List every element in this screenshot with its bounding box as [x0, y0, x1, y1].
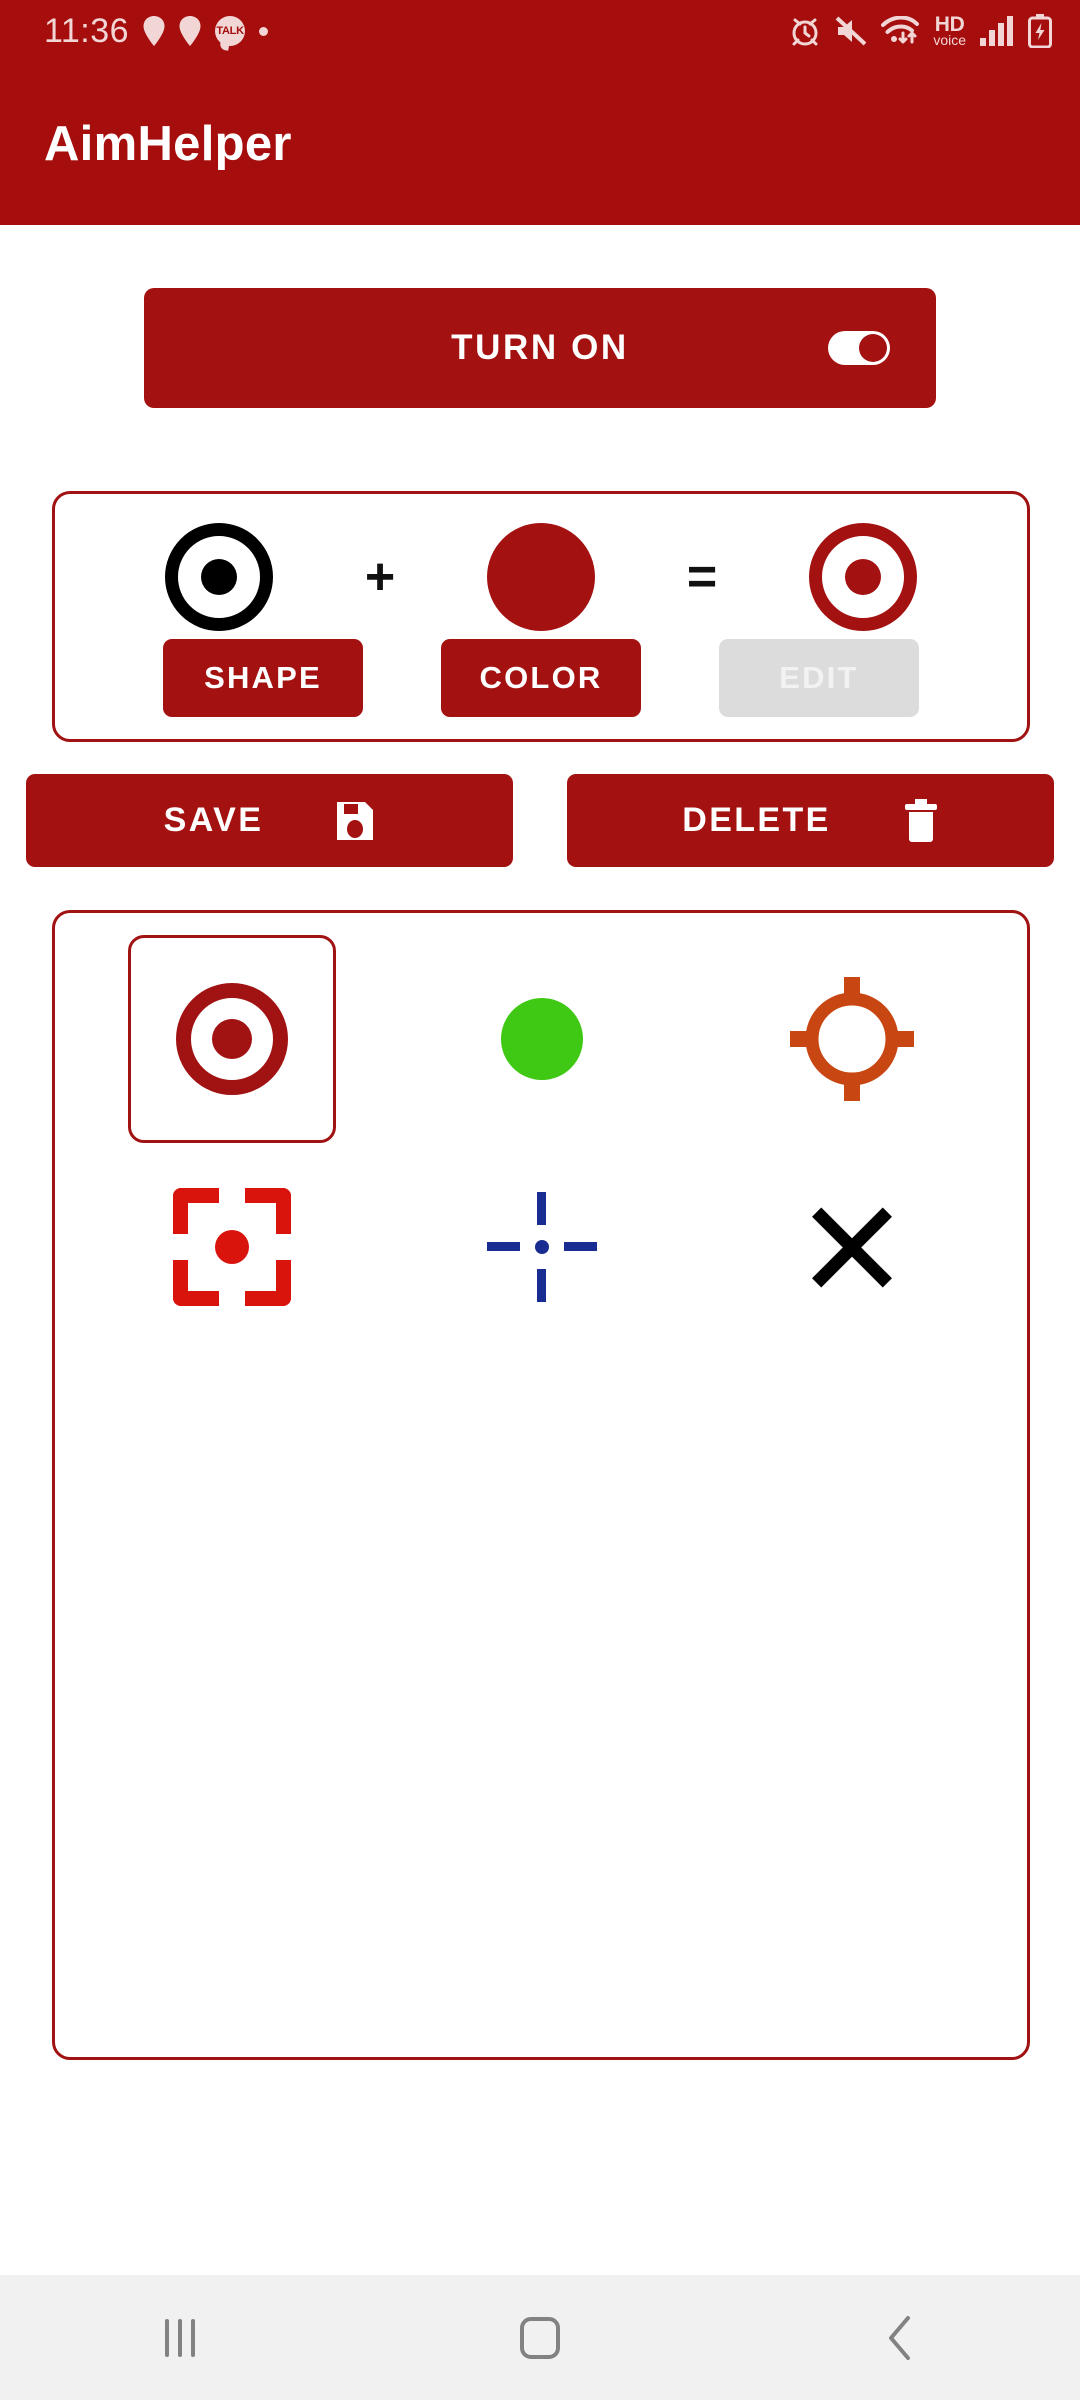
android-nav-bar: [0, 2275, 1080, 2400]
selection-box: [128, 935, 336, 1143]
location-pin-icon: [179, 16, 201, 46]
crosshair-black-x[interactable]: [697, 1143, 1007, 1351]
x-mark-icon: [804, 1199, 900, 1295]
crosshair-corner-brackets-red[interactable]: [77, 1143, 387, 1351]
app-bar: AimHelper: [0, 62, 1080, 225]
gallery-slot: [748, 935, 956, 1143]
ring-with-dot-icon: [165, 523, 273, 631]
mute-speaker-icon: [835, 16, 867, 46]
status-clock: 11:36: [44, 11, 130, 50]
shape-preview: [104, 523, 334, 631]
turn-on-label: TURN ON: [451, 328, 629, 367]
status-bar-left: 11:36 TALK: [44, 11, 269, 51]
recents-bar: [165, 2318, 169, 2357]
floppy-disk-save-icon: [337, 801, 374, 840]
nav-recents-button[interactable]: [80, 2275, 280, 2400]
save-label: SAVE: [163, 801, 264, 839]
corner-brackets-dot-icon: [173, 1188, 291, 1306]
crosshair-target-ticks-orange[interactable]: [697, 935, 1007, 1143]
status-bar-right: HD voice: [789, 14, 1052, 48]
cross-left-segment: [487, 1242, 520, 1251]
save-delete-row: SAVE DELETE: [26, 774, 1054, 867]
equals-operator: =: [686, 548, 718, 606]
recents-bar: [191, 2318, 195, 2357]
hd-voice-line2: voice: [933, 32, 966, 48]
center-dot: [535, 1240, 549, 1254]
ring-with-dot-icon: [809, 523, 917, 631]
plus-operator: +: [364, 548, 396, 606]
delete-label: DELETE: [682, 801, 831, 839]
filled-circle-icon: [487, 523, 595, 631]
gallery-slot: [128, 1143, 336, 1351]
main-content: TURN ON + = SHAPE COLOR EDIT SAVE DELETE: [0, 225, 1080, 2275]
toggle-switch-on-icon[interactable]: [828, 331, 890, 365]
app-title: AimHelper: [44, 116, 292, 171]
bracket-top-left: [173, 1188, 219, 1234]
crosshair-equation-row: + =: [55, 516, 1027, 638]
center-dot: [201, 559, 237, 595]
recents-bars-icon: [165, 2318, 195, 2357]
center-dot: [215, 1230, 249, 1264]
center-dot: [212, 1019, 252, 1059]
bracket-bottom-right: [245, 1260, 291, 1306]
edit-button: EDIT: [719, 639, 919, 717]
recents-bar: [178, 2318, 182, 2357]
delete-button[interactable]: DELETE: [567, 774, 1054, 867]
kakao-talk-label: TALK: [216, 24, 244, 37]
nav-back-button[interactable]: [800, 2275, 1000, 2400]
kakao-talk-icon: TALK: [215, 16, 246, 46]
trash-can-icon: [904, 798, 937, 842]
bracket-bottom-left: [173, 1260, 219, 1306]
hd-voice-icon: HD voice: [933, 14, 966, 48]
gallery-slot: [748, 1143, 956, 1351]
nav-home-button[interactable]: [440, 2275, 640, 2400]
save-button[interactable]: SAVE: [26, 774, 513, 867]
target-with-ticks-icon: [790, 977, 914, 1101]
home-square-icon: [520, 2316, 560, 2359]
gallery-slot: [438, 935, 646, 1143]
editor-button-row: SHAPE COLOR EDIT: [55, 639, 1027, 717]
status-bar: 11:36 TALK HD voice: [0, 0, 1080, 62]
turn-on-button[interactable]: TURN ON: [144, 288, 936, 408]
alarm-clock-icon: [792, 18, 818, 46]
result-preview: [748, 523, 978, 631]
location-pin-icon: [143, 16, 165, 46]
crosshair-blue-cross[interactable]: [387, 1143, 697, 1351]
gallery-slot: [438, 1143, 646, 1351]
crosshair-ring-dot-red[interactable]: [77, 935, 387, 1143]
crosshair-green-circle[interactable]: [387, 935, 697, 1143]
dot-indicator-icon: [259, 26, 269, 36]
color-preview: [426, 523, 656, 631]
center-dot: [845, 559, 881, 595]
crosshair-editor-card: + = SHAPE COLOR EDIT: [52, 491, 1030, 742]
filled-circle-icon: [501, 998, 583, 1080]
ring-with-dot-icon: [176, 983, 288, 1095]
shape-button[interactable]: SHAPE: [163, 639, 363, 717]
toggle-knob: [859, 334, 887, 362]
crosshair-gallery-grid: [77, 935, 1009, 1351]
signal-bars-icon: [980, 16, 1013, 46]
phone-screen: 11:36 TALK HD voice AimHelper TURN ON + …: [0, 0, 1080, 2400]
battery-charging-icon: [1028, 14, 1052, 48]
segmented-cross-dot-icon: [487, 1192, 597, 1302]
cross-top-segment: [537, 1192, 546, 1225]
cross-bottom-segment: [537, 1269, 546, 1302]
crosshair-gallery-card: [52, 910, 1030, 2060]
color-button[interactable]: COLOR: [441, 639, 641, 717]
chevron-left-icon: [889, 2315, 910, 2360]
cross-right-segment: [564, 1242, 597, 1251]
bracket-top-right: [245, 1188, 291, 1234]
wifi-data-icon: [881, 16, 920, 44]
